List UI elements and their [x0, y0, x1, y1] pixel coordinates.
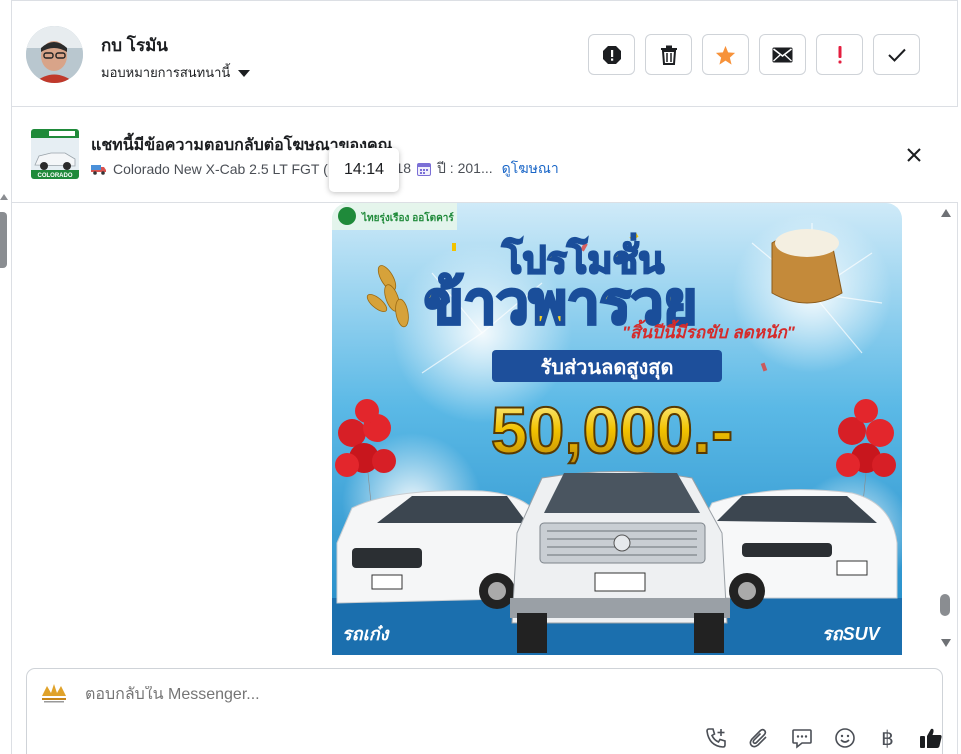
- promo-brand: ไทยรุ่งเรือง ออโตคาร์: [361, 211, 454, 224]
- mail-icon: [772, 47, 793, 62]
- ad-details: Colorado New X-Cab 2.5 LT FGT ( * ปี 201…: [91, 158, 559, 180]
- scroll-up-icon[interactable]: [941, 209, 951, 217]
- close-icon: [907, 148, 921, 162]
- avatar-photo: [26, 26, 83, 83]
- promo-image: ไทยรุ่งเรือง ออโตคาร์ โปรโมชั่น ข้าวพารว…: [332, 203, 902, 655]
- scroll-up-arrow[interactable]: [0, 194, 8, 200]
- spam-button[interactable]: [588, 34, 635, 75]
- assign-conversation-dropdown[interactable]: มอบหมายการสนทนานี้: [101, 62, 251, 83]
- promo-image-message[interactable]: ไทยรุ่งเรือง ออโตคาร์ โปรโมชั่น ข้าวพารว…: [332, 203, 902, 655]
- ad-thumbnail[interactable]: COLORADO: [31, 129, 79, 179]
- thumbs-up-icon: [919, 728, 942, 748]
- message-thread: ไทยรุ่งเรือง ออโตคาร์ โปรโมชั่น ข้าวพารว…: [12, 203, 958, 655]
- star-button[interactable]: [702, 34, 749, 75]
- exclamation-icon: [838, 45, 841, 63]
- payment-button[interactable]: ฿: [875, 725, 900, 750]
- mark-unread-button[interactable]: [759, 34, 806, 75]
- page-logo-icon: [42, 684, 66, 703]
- view-ad-link[interactable]: ดูโฆษณา: [502, 158, 559, 180]
- chat-bubble-icon: [791, 728, 812, 749]
- emoji-button[interactable]: [832, 725, 857, 750]
- scroll-thumb[interactable]: [0, 212, 7, 268]
- conversation-panel: กบ โรมัน มอบหมายการสนทนานี้ COLORADO แชท…: [12, 0, 958, 754]
- assign-label: มอบหมายการสนทนานี้: [101, 65, 231, 80]
- ad-reply-banner: COLORADO แชทนี้มีข้อความตอบกลับต่อโฆษณาข…: [12, 107, 958, 203]
- contact-name: กบ โรมัน: [101, 36, 168, 55]
- messenger-inbox-window: กบ โรมัน มอบหมายการสนทนานี้ COLORADO แชท…: [0, 0, 961, 754]
- promo-tag-left: รถเก๋ง: [342, 624, 391, 644]
- ad-thumbnail-image: COLORADO: [31, 129, 79, 179]
- promo-tag-right: รถSUV: [822, 624, 882, 644]
- delete-button[interactable]: [645, 34, 692, 75]
- promo-discount-label: รับส่วนลดสูงสุด: [541, 357, 674, 381]
- attach-button[interactable]: [746, 725, 771, 750]
- avatar[interactable]: [26, 26, 83, 83]
- promo-tagline: "สิ้นปีนี้มีรถขับ ลดหนัก": [622, 319, 796, 342]
- year-text-2: ปี : 201...: [437, 160, 493, 176]
- composer-tools: ฿: [703, 725, 943, 750]
- close-banner-button[interactable]: [903, 144, 925, 166]
- timestamp-tooltip: 14:14: [329, 148, 399, 192]
- phone-plus-icon: [705, 727, 726, 748]
- calendar-icon: [417, 163, 432, 176]
- star-icon: [715, 45, 736, 65]
- like-button[interactable]: [918, 725, 943, 750]
- header-actions: [588, 34, 920, 75]
- thread-scrollbar[interactable]: [937, 203, 953, 655]
- promo-amount: 50,000.-: [491, 393, 733, 467]
- caret-down-icon: [238, 69, 251, 77]
- paperclip-icon: [749, 728, 767, 747]
- truck-icon: [91, 165, 106, 175]
- trash-icon: [660, 45, 677, 65]
- left-scrollbar[interactable]: [0, 0, 12, 754]
- conversation-header: กบ โรมัน มอบหมายการสนทนานี้: [12, 0, 958, 107]
- spam-icon: [602, 45, 621, 64]
- smiley-icon: [834, 727, 855, 748]
- thread-scroll-thumb[interactable]: [940, 594, 950, 616]
- scroll-down-icon[interactable]: [941, 639, 951, 647]
- follow-up-button[interactable]: [816, 34, 863, 75]
- ad-thumbnail-label: COLORADO: [38, 173, 73, 179]
- mark-done-button[interactable]: [873, 34, 920, 75]
- saved-replies-button[interactable]: [789, 725, 814, 750]
- call-button[interactable]: [703, 725, 728, 750]
- check-icon: [887, 48, 906, 62]
- message-composer: ฿: [26, 668, 943, 754]
- baht-icon: ฿: [881, 725, 894, 750]
- vehicle-text: Colorado New X-Cab 2.5 LT FGT (: [113, 161, 328, 177]
- reply-input[interactable]: [85, 686, 685, 704]
